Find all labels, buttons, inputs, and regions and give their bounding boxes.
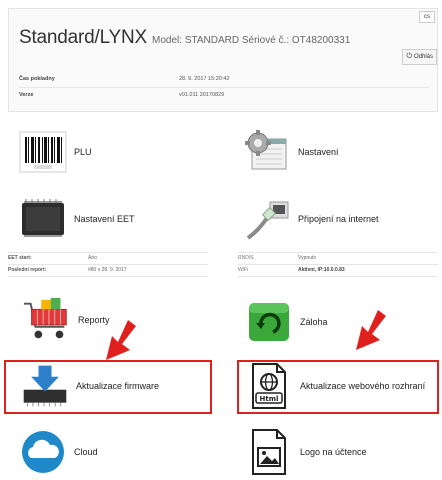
status-value: Aktivní, IP:10.0.0.83 bbox=[298, 267, 345, 273]
status-row-rndis: RNDIS Vypnuto bbox=[238, 255, 316, 261]
info-value: 28. 9. 2017 15:20:42 bbox=[179, 76, 230, 82]
info-value: v01.011 20170829 bbox=[179, 92, 225, 98]
status-row-eet-start: EET start: Ano bbox=[8, 255, 97, 261]
logout-button[interactable]: ⏻ Odhlás bbox=[402, 49, 437, 65]
tile-label: Nastavení EET bbox=[74, 214, 135, 224]
info-label: Verze bbox=[19, 92, 34, 98]
cloud-icon bbox=[18, 429, 68, 475]
language-button[interactable]: cs bbox=[419, 11, 435, 23]
info-label: Čas pokladny bbox=[19, 76, 55, 82]
divider bbox=[8, 264, 208, 265]
gear-icon bbox=[242, 129, 292, 175]
tile-label: Aktualizace firmware bbox=[76, 381, 160, 391]
tile-label: Logo na účtence bbox=[300, 447, 367, 457]
tile-firmware-update[interactable]: Aktualizace firmware bbox=[20, 362, 220, 410]
tile-web-update[interactable]: Html Aktualizace webového rozhraní bbox=[244, 362, 442, 410]
status-row-wifi: WiFi Aktivní, IP:10.0.0.83 bbox=[238, 267, 345, 273]
device-info: Model: STANDARD Sériové č.: OT48200331 bbox=[152, 35, 351, 46]
status-row-last-report: Poslední report: #80 v 28. 9. 2017 bbox=[8, 267, 127, 273]
red-arrow-icon bbox=[356, 310, 386, 350]
status-label: Poslední report: bbox=[8, 267, 47, 273]
header-panel: Standard/LYNX Model: STANDARD Sériové č.… bbox=[8, 8, 438, 112]
status-value: Vypnuto bbox=[298, 255, 317, 261]
tile-receipt-logo[interactable]: Logo na účtence bbox=[244, 428, 442, 476]
barcode-icon bbox=[18, 129, 68, 175]
svg-text:Html: Html bbox=[260, 395, 279, 403]
page-title: Standard/LYNX bbox=[19, 27, 148, 48]
divider bbox=[19, 87, 429, 88]
tile-backup[interactable]: Záloha bbox=[244, 298, 442, 346]
divider bbox=[8, 276, 208, 277]
shopping-cart-icon bbox=[22, 297, 72, 343]
divider bbox=[238, 264, 438, 265]
divider bbox=[238, 276, 438, 277]
divider bbox=[8, 252, 208, 253]
html-file-icon: Html bbox=[244, 363, 294, 409]
tile-cloud[interactable]: Cloud bbox=[18, 428, 218, 476]
chip-icon bbox=[18, 196, 68, 242]
status-value: Ano bbox=[88, 255, 97, 261]
page-title-row: Standard/LYNX Model: STANDARD Sériové č.… bbox=[19, 27, 350, 49]
tile-label: PLU bbox=[74, 147, 92, 157]
tile-eet-settings[interactable]: Nastavení EET bbox=[18, 195, 218, 243]
status-label: WiFi bbox=[238, 267, 248, 273]
info-row-time: Čas pokladny 28. 9. 2017 15:20:42 bbox=[19, 76, 429, 82]
status-label: EET start: bbox=[8, 255, 32, 261]
backup-icon bbox=[244, 299, 294, 345]
tile-label: Aktualizace webového rozhraní bbox=[300, 381, 426, 391]
tile-label: Připojení na internet bbox=[298, 214, 379, 224]
logout-label: Odhlás bbox=[413, 54, 433, 60]
tile-label: Cloud bbox=[74, 447, 98, 457]
tile-label: Záloha bbox=[300, 317, 328, 327]
divider bbox=[238, 252, 438, 253]
status-value: #80 v 28. 9. 2017 bbox=[88, 267, 127, 273]
ethernet-cable-icon bbox=[242, 196, 292, 242]
image-file-icon bbox=[244, 429, 294, 475]
tile-internet[interactable]: Připojení na internet bbox=[242, 195, 442, 243]
red-arrow-icon bbox=[106, 320, 136, 360]
power-icon: ⏻ bbox=[406, 53, 412, 60]
tile-settings[interactable]: Nastavení bbox=[242, 128, 442, 176]
info-row-version: Verze v01.011 20170829 bbox=[19, 92, 429, 98]
firmware-download-icon bbox=[20, 363, 70, 409]
tile-plu[interactable]: PLU bbox=[18, 128, 218, 176]
status-label: RNDIS bbox=[238, 255, 254, 261]
tile-label: Nastavení bbox=[298, 147, 339, 157]
